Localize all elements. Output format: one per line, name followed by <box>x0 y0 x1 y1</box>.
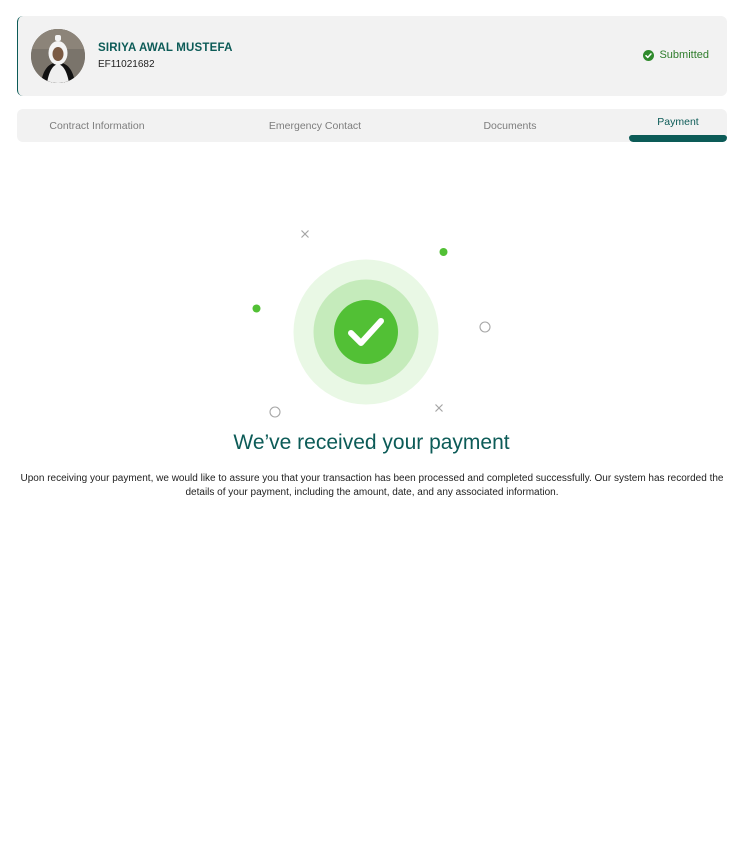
cross-icon <box>435 404 443 412</box>
cross-icon <box>301 230 309 238</box>
dot-icon <box>439 248 448 256</box>
ring-icon <box>479 321 491 333</box>
dot-icon <box>252 304 261 313</box>
success-illustration <box>252 230 491 418</box>
check-circle <box>334 300 398 364</box>
success-message: Upon receiving your payment, we would li… <box>20 473 724 498</box>
ring-icon <box>269 406 281 418</box>
success-title: We’ve received your payment <box>233 431 510 454</box>
